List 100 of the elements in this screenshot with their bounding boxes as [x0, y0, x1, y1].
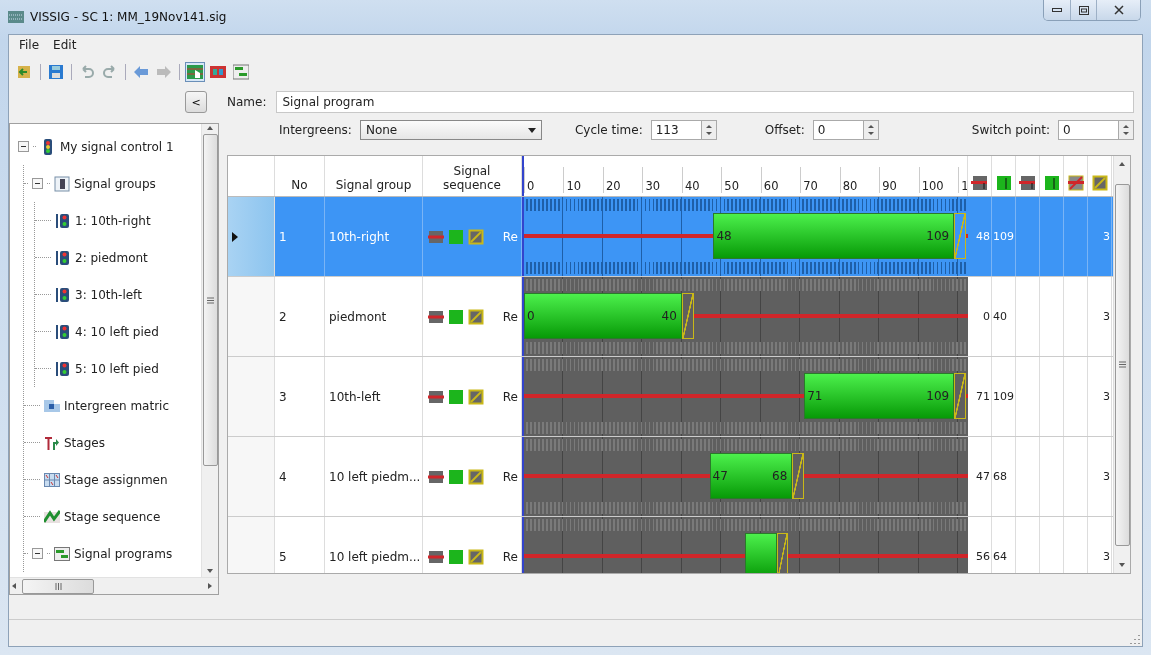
expander-toggle[interactable] [32, 548, 43, 559]
tick-label: 0 [524, 167, 535, 193]
stop-end-icon [970, 175, 989, 191]
tree-item[interactable]: Signal programs [74, 546, 173, 561]
cycle-time-field[interactable]: 113 [650, 120, 717, 140]
go-signal-icon [448, 308, 464, 325]
phase-bar[interactable]: 48 109 [713, 213, 955, 259]
clearance-bar[interactable] [792, 453, 805, 499]
open-icon [17, 64, 33, 80]
tick-label: 30 [642, 167, 661, 193]
traffic-light-icon [55, 212, 71, 229]
tree-item[interactable]: 1: 10th-right [75, 213, 151, 228]
table-row[interactable]: 2 piedmont Re 0 40 0 40 3 [228, 277, 1113, 357]
tree-item[interactable]: 2: piedmont [75, 250, 148, 265]
minimize-button[interactable] [1044, 0, 1070, 20]
table-cell: 48 [968, 197, 992, 276]
switch-point-field[interactable]: 0 [1058, 120, 1134, 140]
clearance-signal-icon [1090, 175, 1109, 191]
table-cell: 40 [992, 277, 1016, 356]
spin-arrows-icon [1122, 123, 1130, 137]
tree-item[interactable]: 4: 10 left pied [75, 324, 159, 339]
spin-arrows-icon [866, 123, 875, 137]
column-header[interactable]: Signal group [325, 156, 423, 196]
maximize-button[interactable] [1070, 0, 1096, 20]
menu-item[interactable]: Edit [47, 38, 83, 56]
spin-buttons[interactable] [1118, 121, 1133, 139]
tick-label: 100 [918, 167, 944, 193]
table-cell: 1 [275, 197, 325, 276]
tree-item[interactable]: 3: 10th-left [75, 287, 142, 302]
scrollbar[interactable] [1113, 156, 1130, 573]
spin-buttons[interactable] [862, 121, 878, 139]
phase-bar[interactable] [745, 533, 777, 573]
clearance-signal-icon [468, 548, 484, 565]
tree-item[interactable]: Stage assignmen [64, 472, 168, 487]
table-cell: 109 [992, 197, 1016, 276]
bar-label: 47 [712, 469, 728, 483]
traffic-light-icon [55, 286, 71, 303]
go-signal-icon [448, 468, 464, 485]
switch-point-label: Switch point: [971, 123, 1050, 137]
grip-icon [206, 296, 214, 304]
expander-toggle[interactable] [18, 141, 29, 152]
minus-icon [20, 143, 27, 150]
clearance-bar[interactable] [954, 373, 967, 419]
tree-item[interactable]: Signal groups [74, 176, 156, 191]
tree-item[interactable]: Stages [64, 435, 105, 450]
resize-grip-icon[interactable] [1130, 634, 1140, 644]
program-icon [233, 64, 249, 80]
tick-label: 80 [839, 167, 858, 193]
intergreens-dropdown[interactable]: None [359, 120, 542, 140]
current-row-icon [232, 231, 238, 242]
sequence-icon [44, 508, 60, 525]
scrollbar[interactable] [10, 577, 218, 594]
table-cell: 5 [275, 517, 325, 573]
phase-bar[interactable]: 71 109 [804, 373, 955, 419]
tree-item[interactable]: Stage sequence [64, 509, 161, 524]
tick-label: 50 [721, 167, 739, 193]
table-row[interactable]: 1 10th-right Re 48 109 48 109 3 [228, 197, 1113, 277]
save-button[interactable] [46, 62, 66, 82]
grip-icon [54, 582, 62, 590]
table-cell: 2 [275, 277, 325, 356]
view-button[interactable] [231, 62, 251, 82]
save-icon [48, 64, 64, 80]
table-cell: 3 [1088, 517, 1112, 573]
collapse-button[interactable]: < [185, 91, 207, 113]
menu-item[interactable]: File [13, 38, 46, 56]
stop-signal-icon [428, 388, 444, 405]
expander-toggle[interactable] [32, 178, 43, 189]
left-arrow-icon [133, 64, 149, 80]
bar-label: 0 [527, 309, 535, 323]
phase-bar[interactable]: 0 40 [524, 293, 682, 339]
view-button[interactable] [185, 62, 205, 82]
table-row[interactable]: 5 10 left piedm... Re 56 64 3 [228, 517, 1113, 573]
hand-grid-icon [187, 64, 203, 80]
column-header[interactable]: Signal sequence [423, 156, 522, 196]
offset-field[interactable]: 0 [812, 120, 879, 140]
spin-buttons[interactable] [700, 121, 716, 139]
column-header[interactable]: No [275, 156, 325, 196]
table-cell: 10 left piedm... [325, 437, 423, 516]
scroll-up-arrow-icon[interactable] [1118, 160, 1126, 168]
grip-icon [1118, 361, 1126, 368]
redo-icon [102, 64, 118, 80]
tree-item[interactable]: My signal control 1 [60, 139, 174, 154]
table-cell: 68 [992, 437, 1016, 516]
scrollbar[interactable] [201, 124, 218, 577]
go-signal-icon [448, 388, 464, 405]
tree-item[interactable]: Intergreen matric [64, 398, 170, 413]
clearance-signal-icon [468, 308, 484, 325]
right-arrow-icon [156, 64, 172, 80]
table-row[interactable]: 4 10 left piedm... Re 47 68 47 68 3 [228, 437, 1113, 517]
table-cell: 0 [968, 277, 992, 356]
table-cell: 47 [968, 437, 992, 516]
clearance-signal-icon [468, 468, 484, 485]
tree-item[interactable]: 5: 10 left pied [75, 361, 159, 376]
intergreens-label: Intergreens: [279, 123, 352, 137]
grid-icon [44, 471, 60, 488]
table-row[interactable]: 3 10th-left Re 71 109 71 109 3 [228, 357, 1113, 437]
scroll-down-arrow-icon[interactable] [1118, 561, 1126, 569]
name-field[interactable]: Signal program [276, 91, 1134, 113]
table-cell: 71 [968, 357, 992, 436]
phase-bar[interactable]: 47 68 [709, 453, 793, 499]
